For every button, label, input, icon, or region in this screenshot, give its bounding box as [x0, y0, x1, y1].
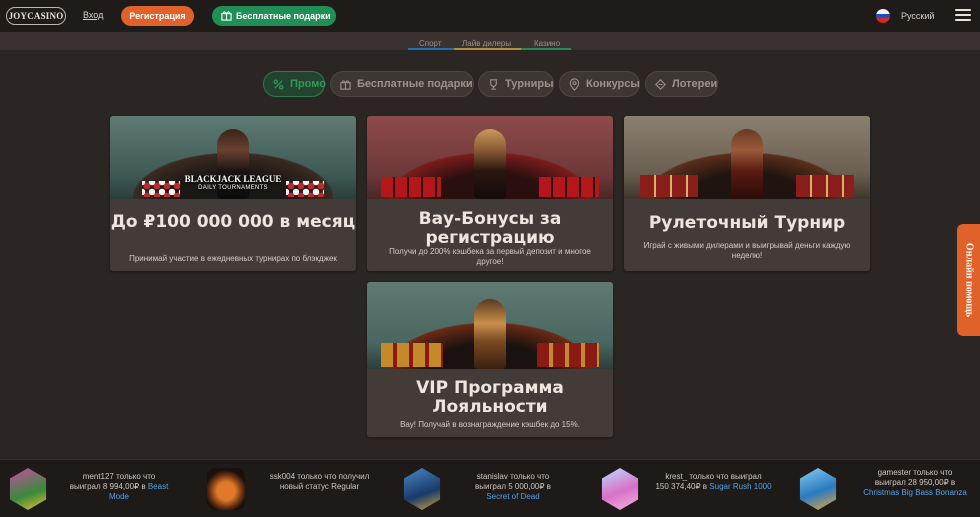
- win-text-line2: 150 374,40₽ в: [655, 482, 708, 491]
- nav-sport[interactable]: Спорт: [419, 39, 442, 48]
- game-link[interactable]: Secret of Dead: [486, 492, 539, 501]
- nav-live-dealers[interactable]: Лайв дилеры: [462, 39, 511, 48]
- blackjack-league-banner: BLACKJACK LEAGUE DAILY TOURNAMENTS: [110, 116, 356, 199]
- regular-status-thumbnail[interactable]: [207, 468, 245, 510]
- win-text-line1: gamester только что: [877, 468, 953, 477]
- nav-casino[interactable]: Казино: [534, 39, 560, 48]
- hamburger-menu-icon[interactable]: [955, 9, 971, 23]
- language-selector[interactable]: Русский: [876, 9, 934, 23]
- filter-contests-label: Конкурсы: [586, 78, 640, 90]
- filter-promo-label: Промо: [290, 78, 326, 90]
- win-text-line2: выиграл 5 000,00₽ в: [475, 482, 551, 491]
- live-dealers-underline: [454, 48, 521, 50]
- win-text-line1: ment127 только что: [82, 472, 156, 481]
- russia-flag-icon: [876, 9, 890, 23]
- online-help-tab[interactable]: Онлайн помощь: [957, 224, 980, 336]
- game-link[interactable]: Sugar Rush 1000: [709, 482, 771, 491]
- promo-filters: Промо Бесплатные подарки Турниры Конкурс…: [0, 71, 980, 97]
- filter-tournaments[interactable]: Турниры: [478, 71, 554, 97]
- game-link[interactable]: Christmas Big Bass Bonanza: [863, 488, 967, 497]
- target-icon: [569, 78, 580, 91]
- promo-card-roulette[interactable]: Рулеточный Турнир Играй с живыми дилерам…: [624, 116, 870, 271]
- win-item: gamester только что выиграл 28 950,00₽ вC…: [797, 468, 975, 512]
- gift-icon: [221, 11, 232, 21]
- filter-promo[interactable]: Промо: [263, 71, 326, 97]
- gift-icon: [340, 80, 351, 90]
- win-text-line2: выиграл 8 994,00₽ в: [69, 482, 146, 491]
- win-item: ssk004 только что получил новый статус Re…: [207, 468, 377, 512]
- filter-contests[interactable]: Конкурсы: [559, 71, 640, 97]
- card-title: Вау-Бонусы за регистрацию: [418, 209, 562, 248]
- filter-lotteries-label: Лотереи: [672, 78, 718, 90]
- language-label: Русский: [901, 11, 935, 21]
- percent-icon: [273, 79, 284, 90]
- top-bar: JOYCASINO Вход Регистрация Бесплатные по…: [0, 0, 980, 33]
- win-item: stanislav только что выиграл 5 000,00₽ вS…: [401, 468, 571, 512]
- filter-lotteries[interactable]: Лотереи: [645, 71, 718, 97]
- card-title: VIP Программа Лояльности: [416, 378, 564, 417]
- sport-underline: [408, 48, 454, 50]
- online-help-label: Онлайн помощь: [963, 242, 974, 318]
- welcome-bonus-banner: [367, 116, 613, 199]
- free-gifts-label: Бесплатные подарки: [236, 11, 331, 21]
- card-title: Рулеточный Турнир: [648, 213, 846, 233]
- casino-underline: [521, 48, 571, 50]
- win-item: krest_ только что выиграл 150 374,40₽ в S…: [599, 468, 774, 512]
- section-nav: Спорт Лайв дилеры Казино: [0, 33, 980, 50]
- card-title: До ₽100 000 000 в месяц: [110, 212, 356, 232]
- card-description: Получи до 200% кэшбека за первый депозит…: [389, 247, 591, 266]
- win-text-line2: выиграл 28 950,00₽ в: [874, 478, 956, 487]
- login-link[interactable]: Вход: [83, 10, 103, 20]
- filter-free-gifts[interactable]: Бесплатные подарки: [330, 71, 474, 97]
- joycasino-logo[interactable]: JOYCASINO: [6, 7, 66, 25]
- promo-card-blackjack[interactable]: BLACKJACK LEAGUE DAILY TOURNAMENTS До ₽10…: [110, 116, 356, 271]
- free-gifts-button[interactable]: Бесплатные подарки: [212, 6, 336, 26]
- secret-of-dead-thumbnail[interactable]: [403, 468, 441, 510]
- card-description: Играй с живыми дилерами и выигрывай день…: [643, 241, 851, 260]
- promo-card-vip[interactable]: VIP Программа Лояльности Вау! Получай в …: [367, 282, 613, 437]
- register-button[interactable]: Регистрация: [121, 6, 194, 26]
- filter-free-gifts-label: Бесплатные подарки: [357, 78, 473, 90]
- filter-tournaments-label: Турниры: [505, 78, 554, 90]
- card-description: Принимай участие в ежедневных турнирах п…: [129, 254, 337, 263]
- ticket-icon: [655, 79, 666, 90]
- win-text-line1: ssk004 только что получил: [269, 472, 370, 481]
- beast-mode-thumbnail[interactable]: [9, 468, 47, 510]
- vip-program-banner: [367, 282, 613, 369]
- recent-wins-ticker: ment127 только что выиграл 8 994,00₽ в Be…: [0, 459, 980, 517]
- win-text-line1: stanislav только что: [476, 472, 550, 481]
- win-text-line1: krest_ только что выиграл: [665, 472, 762, 481]
- card-description: Вау! Получай в вознаграждение кэшбек до …: [400, 420, 580, 429]
- roulette-tournament-banner: [624, 116, 870, 199]
- sugar-rush-thumbnail[interactable]: [601, 468, 639, 510]
- blackjack-league-logo: BLACKJACK LEAGUE DAILY TOURNAMENTS: [184, 174, 282, 192]
- promo-card-welcome-bonus[interactable]: Вау-Бонусы за регистрацию Получи до 200%…: [367, 116, 613, 271]
- big-bass-bonanza-thumbnail[interactable]: [799, 468, 837, 510]
- trophy-icon: [490, 79, 497, 90]
- win-text-line2: новый статус Regular: [279, 482, 360, 491]
- win-item: ment127 только что выиграл 8 994,00₽ в Be…: [7, 468, 177, 512]
